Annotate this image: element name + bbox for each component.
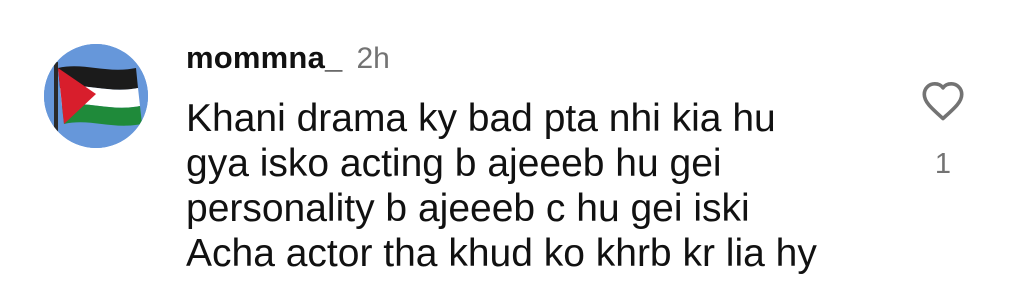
comment-text: Khani drama ky bad pta nhi kia hu gya is… [186,96,886,276]
comment-header: mommna_ 2h [186,40,390,80]
palestine-flag-icon [44,44,148,148]
username-link[interactable]: mommna_ [186,40,342,76]
comment-line: personality b ajeeeb c hu gei iski [186,187,750,230]
comment-line: gya isko acting b ajeeeb hu gei [186,142,722,185]
heart-outline-icon [922,82,964,121]
like-count[interactable]: 1 [918,148,968,181]
timestamp: 2h [356,42,390,75]
comment-line: Acha actor tha khud ko khrb kr lia hy [186,232,817,275]
comment-line: Khani drama ky bad pta nhi kia hu [186,97,776,140]
like-button[interactable]: 1 [918,80,968,181]
comment-item: mommna_ 2h Khani drama ky bad pta nhi ki… [0,0,1024,284]
avatar[interactable] [44,44,148,148]
